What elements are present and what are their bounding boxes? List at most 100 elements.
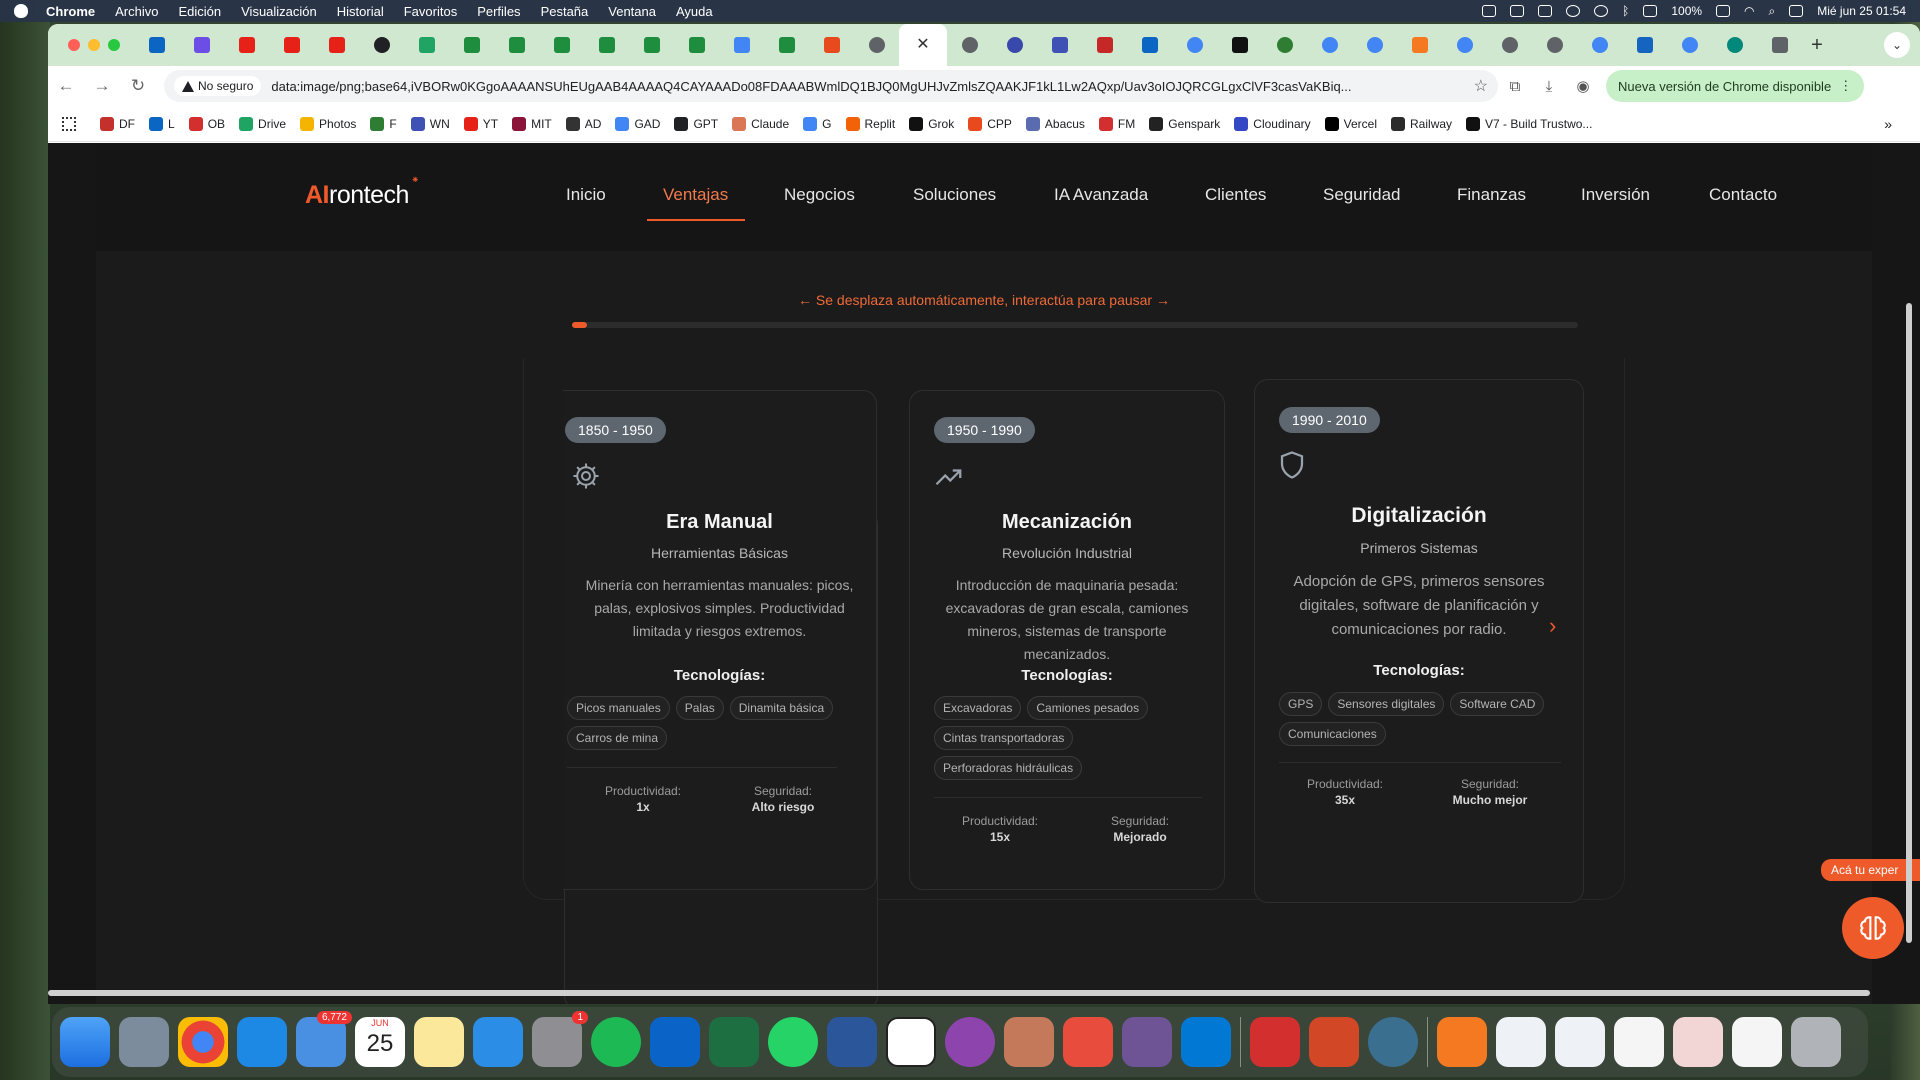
tab[interactable] bbox=[992, 24, 1037, 66]
nav-finanzas[interactable]: Finanzas bbox=[1457, 185, 1526, 205]
bookmark-item[interactable]: Claude bbox=[732, 116, 789, 131]
tab[interactable] bbox=[1172, 24, 1217, 66]
app-icon[interactable] bbox=[945, 1017, 995, 1067]
tab[interactable] bbox=[404, 24, 449, 66]
notes-icon[interactable] bbox=[414, 1017, 464, 1067]
bookmark-item[interactable]: Abacus bbox=[1025, 116, 1085, 131]
menu-favoritos[interactable]: Favoritos bbox=[404, 4, 457, 19]
tab[interactable] bbox=[629, 24, 674, 66]
menu-edicion[interactable]: Edición bbox=[178, 4, 221, 19]
status-icon[interactable] bbox=[1538, 5, 1553, 17]
profile-avatar[interactable]: ◉ bbox=[1566, 77, 1600, 95]
chrome-icon[interactable] bbox=[178, 1017, 228, 1067]
play-icon[interactable] bbox=[1566, 5, 1581, 17]
tab[interactable] bbox=[1037, 24, 1082, 66]
spotify-icon[interactable] bbox=[591, 1017, 641, 1067]
tab-search-button[interactable]: ⌄ bbox=[1884, 32, 1910, 58]
whatsapp-icon[interactable] bbox=[768, 1017, 818, 1067]
tab[interactable] bbox=[1712, 24, 1757, 66]
bookmark-item[interactable]: Grok bbox=[909, 116, 954, 131]
wifi-icon[interactable]: ◠ bbox=[1744, 4, 1754, 18]
vertical-scrollbar[interactable] bbox=[1906, 303, 1912, 943]
nav-soluciones[interactable]: Soluciones bbox=[913, 185, 996, 205]
back-button[interactable]: ← bbox=[48, 76, 84, 96]
spotlight-icon[interactable]: ⌕ bbox=[1769, 4, 1776, 19]
tab[interactable] bbox=[494, 24, 539, 66]
tab[interactable] bbox=[674, 24, 719, 66]
tab[interactable] bbox=[1757, 24, 1802, 66]
bookmark-item[interactable]: Vercel bbox=[1324, 116, 1377, 131]
app-icon[interactable] bbox=[1004, 1017, 1054, 1067]
menu-ayuda[interactable]: Ayuda bbox=[676, 4, 713, 19]
bookmark-item[interactable]: G bbox=[803, 116, 832, 131]
safari-icon[interactable] bbox=[237, 1017, 287, 1067]
bhp-document-icon[interactable] bbox=[1437, 1017, 1487, 1067]
bookmark-item[interactable]: Drive bbox=[239, 116, 286, 131]
tab[interactable] bbox=[179, 24, 224, 66]
nav-contacto[interactable]: Contacto bbox=[1709, 185, 1777, 205]
bookmark-item[interactable]: GPT bbox=[674, 116, 718, 131]
app-icon[interactable] bbox=[1368, 1017, 1418, 1067]
horizontal-scrollbar[interactable] bbox=[48, 990, 1870, 996]
app-icon[interactable] bbox=[1063, 1017, 1113, 1067]
tab[interactable] bbox=[449, 24, 494, 66]
battery-icon[interactable] bbox=[1716, 5, 1731, 17]
tab[interactable] bbox=[1622, 24, 1667, 66]
bookmark-item[interactable]: Railway bbox=[1391, 116, 1452, 131]
headphones-icon[interactable] bbox=[1594, 5, 1609, 17]
tab[interactable] bbox=[1082, 24, 1127, 66]
forward-button[interactable]: → bbox=[84, 76, 120, 96]
tab[interactable] bbox=[539, 24, 584, 66]
nav-seguridad[interactable]: Seguridad bbox=[1323, 185, 1401, 205]
nav-inversion[interactable]: Inversión bbox=[1581, 185, 1650, 205]
system-settings-icon[interactable]: 1 bbox=[532, 1011, 588, 1067]
address-bar[interactable]: No seguro data:image/png;base64,iVBORw0K… bbox=[164, 70, 1498, 102]
url-text[interactable]: data:image/png;base64,iVBORw0KGgoAAAANSU… bbox=[271, 79, 1461, 94]
menu-pestana[interactable]: Pestaña bbox=[541, 4, 589, 19]
tab[interactable] bbox=[1307, 24, 1352, 66]
bookmark-item[interactable]: AD bbox=[565, 116, 601, 131]
bookmark-star-icon[interactable]: ☆ bbox=[1474, 76, 1488, 96]
nav-ia-avanzada[interactable]: IA Avanzada bbox=[1054, 185, 1148, 205]
tab[interactable] bbox=[1667, 24, 1712, 66]
close-window-button[interactable] bbox=[68, 39, 80, 51]
nav-inicio[interactable]: Inicio bbox=[566, 185, 606, 205]
tab[interactable] bbox=[1127, 24, 1172, 66]
menu-app-name[interactable]: Chrome bbox=[46, 4, 95, 19]
document-thumbnail[interactable] bbox=[1555, 1017, 1605, 1067]
status-icon[interactable] bbox=[1510, 5, 1525, 17]
bookmark-item[interactable]: CPP bbox=[968, 116, 1012, 131]
bookmark-item[interactable]: Cloudinary bbox=[1234, 116, 1311, 131]
status-icon[interactable] bbox=[1482, 5, 1497, 17]
vscode-icon[interactable] bbox=[1181, 1017, 1231, 1067]
apps-grid-icon[interactable] bbox=[62, 116, 76, 131]
bookmark-item[interactable]: YT bbox=[463, 116, 498, 131]
bookmarks-overflow-icon[interactable]: » bbox=[1884, 116, 1892, 132]
word-icon[interactable] bbox=[827, 1017, 877, 1067]
mail-icon[interactable]: 6,772 bbox=[296, 1011, 352, 1067]
bookmark-item[interactable]: V7 - Build Trustwo... bbox=[1466, 116, 1592, 131]
tab[interactable] bbox=[719, 24, 764, 66]
document-thumbnail[interactable] bbox=[1614, 1017, 1664, 1067]
tab[interactable] bbox=[269, 24, 314, 66]
site-logo[interactable]: AIrontech ⁕ bbox=[305, 175, 419, 210]
document-thumbnail[interactable] bbox=[1732, 1017, 1782, 1067]
tab[interactable] bbox=[1397, 24, 1442, 66]
tab[interactable] bbox=[1352, 24, 1397, 66]
bookmark-item[interactable]: Photos bbox=[300, 116, 356, 131]
reload-button[interactable]: ↻ bbox=[120, 76, 156, 96]
tab[interactable] bbox=[1442, 24, 1487, 66]
excel-icon[interactable] bbox=[709, 1017, 759, 1067]
menu-clock[interactable]: Mié jun 25 01:54 bbox=[1817, 4, 1906, 18]
timeline-card-3[interactable]: 1990 - 2010 Digitalización Primeros Sist… bbox=[1254, 379, 1584, 903]
bookmark-item[interactable]: L bbox=[149, 116, 175, 131]
nav-clientes[interactable]: Clientes bbox=[1205, 185, 1266, 205]
finder-icon[interactable] bbox=[60, 1017, 110, 1067]
app-store-icon[interactable] bbox=[473, 1017, 523, 1067]
timeline-card-2[interactable]: 1950 - 1990 Mecanización Revolución Indu… bbox=[909, 390, 1225, 890]
tab[interactable] bbox=[359, 24, 404, 66]
bookmark-item[interactable]: OB bbox=[188, 116, 225, 131]
nav-negocios[interactable]: Negocios bbox=[784, 185, 855, 205]
tab[interactable] bbox=[764, 24, 809, 66]
trash-icon[interactable] bbox=[1791, 1017, 1841, 1067]
